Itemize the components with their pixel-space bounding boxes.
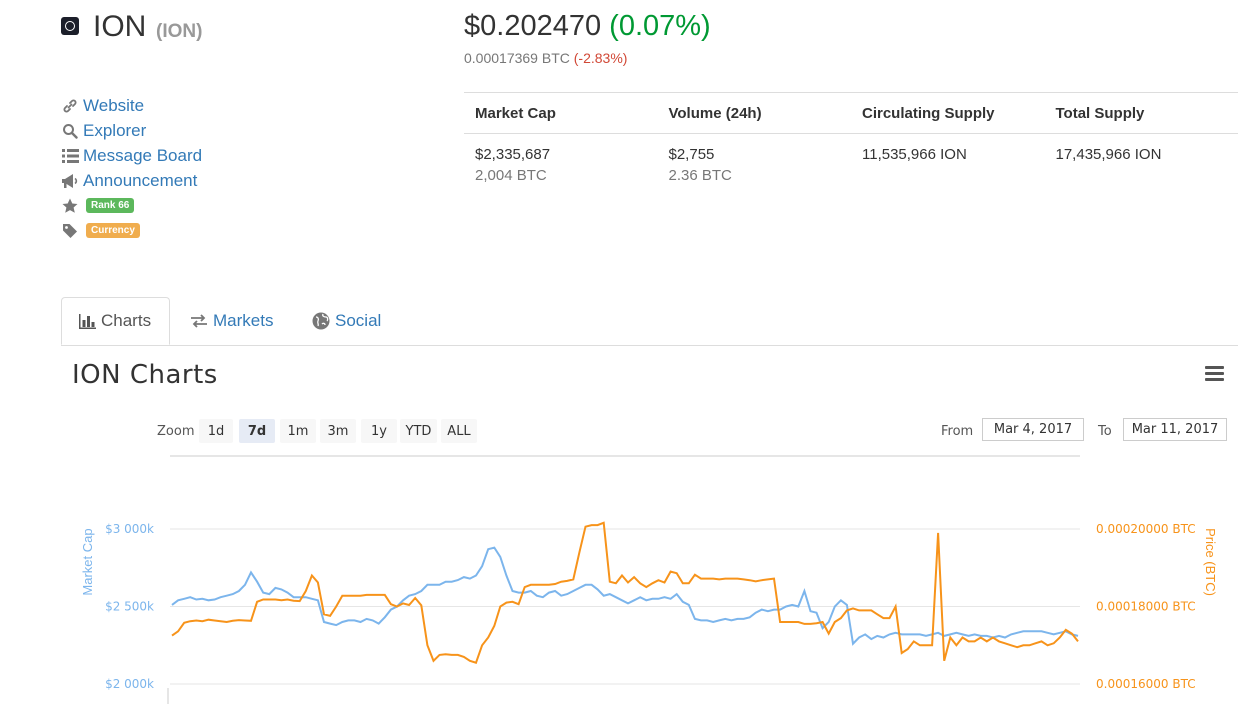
zoom-label: Zoom (157, 424, 195, 439)
zoom-7d-button[interactable]: 7d (239, 419, 275, 443)
announcement-link-row[interactable]: Announcement (60, 168, 202, 193)
coin-links: Website Explorer Message Board Announcem… (60, 93, 202, 243)
right-tick-label: 0.00018000 BTC (1096, 600, 1196, 614)
market-cap-cell: $2,335,687 2,004 BTC (464, 146, 658, 184)
chart-title: ION Charts (72, 360, 218, 390)
explorer-link[interactable]: Explorer (83, 121, 146, 141)
rank-row: Rank 66 (60, 193, 202, 218)
explorer-link-row[interactable]: Explorer (60, 118, 202, 143)
coin-name: ION (93, 10, 147, 43)
price-usd: $0.202470 (0.07%) (464, 10, 711, 43)
exchange-icon (190, 314, 208, 328)
website-link-row[interactable]: Website (60, 93, 202, 118)
tab-bar: Charts Markets Social (61, 297, 1238, 346)
from-date-input[interactable]: Mar 4, 2017 (982, 418, 1084, 441)
market-cap-btc: 2,004 BTC (475, 167, 547, 184)
price-btc-value: 0.00017369 BTC (464, 50, 570, 66)
tab-social-label: Social (335, 311, 382, 330)
volume-header: Volume (24h) (668, 104, 762, 122)
to-date-input[interactable]: Mar 11, 2017 (1123, 418, 1227, 441)
list-icon (60, 147, 80, 165)
zoom-ytd-button[interactable]: YTD (400, 419, 437, 443)
zoom-1d-button[interactable]: 1d (199, 419, 233, 443)
stats-header-row: Market Cap Volume (24h) Circulating Supp… (464, 93, 1238, 134)
message-board-link[interactable]: Message Board (83, 146, 202, 166)
message-board-link-row[interactable]: Message Board (60, 143, 202, 168)
right-tick-label: 0.00020000 BTC (1096, 522, 1196, 536)
total-supply-header: Total Supply (1055, 104, 1145, 122)
hamburger-menu-icon[interactable] (1205, 366, 1224, 382)
tab-charts-label: Charts (101, 311, 152, 330)
right-axis-title: Price (BTC) (1203, 528, 1218, 596)
total-supply-cell: 17,435,966 ION (1045, 146, 1239, 184)
tab-charts[interactable]: Charts (61, 297, 170, 345)
market-cap-usd: $2,335,687 (475, 146, 551, 163)
left-tick-label: $2 500k (105, 600, 154, 614)
volume-cell: $2,755 2.36 BTC (658, 146, 852, 184)
circulating-supply-header: Circulating Supply (862, 104, 995, 122)
left-axis: $3 000k $2 500k $2 000k (105, 522, 154, 691)
coin-symbol: (ION) (156, 21, 203, 42)
stats-value-row: $2,335,687 2,004 BTC $2,755 2.36 BTC 11,… (464, 134, 1238, 184)
category-row: Currency (60, 218, 202, 243)
price-change: (0.07%) (609, 10, 711, 42)
tab-markets-label: Markets (213, 311, 274, 330)
star-icon (60, 197, 80, 215)
stats-table: Market Cap Volume (24h) Circulating Supp… (464, 92, 1238, 184)
to-label: To (1098, 424, 1112, 439)
tab-social[interactable]: Social (312, 297, 381, 345)
zoom-all-button[interactable]: ALL (441, 419, 477, 443)
circulating-supply-value: 11,535,966 ION (862, 146, 967, 163)
zoom-1y-button[interactable]: 1y (361, 419, 397, 443)
announcement-link[interactable]: Announcement (83, 171, 197, 191)
bullhorn-icon (60, 172, 80, 190)
website-link[interactable]: Website (83, 96, 144, 116)
rank-badge: Rank 66 (86, 198, 135, 213)
total-supply-value: 17,435,966 ION (1055, 146, 1162, 163)
volume-btc: 2.36 BTC (668, 167, 732, 184)
price-btc-change: (-2.83%) (573, 50, 628, 66)
volume-usd: $2,755 (668, 146, 715, 163)
left-axis-title: Market Cap (80, 528, 95, 595)
category-badge: Currency (86, 223, 140, 238)
zoom-1m-button[interactable]: 1m (280, 419, 316, 443)
left-tick-label: $2 000k (105, 677, 154, 691)
zoom-3m-button[interactable]: 3m (320, 419, 356, 443)
price-usd-value: $0.202470 (464, 10, 602, 42)
bar-chart-icon (79, 313, 96, 329)
tab-markets[interactable]: Markets (190, 297, 273, 345)
right-tick-label: 0.00016000 BTC (1096, 677, 1196, 691)
search-icon (60, 122, 80, 140)
price-chart[interactable]: $3 000k$2 500k$2 000k 0.00020000 BTC0.00… (0, 450, 1250, 704)
from-label: From (941, 424, 974, 439)
circulating-supply-cell: 11,535,966 ION (851, 146, 1045, 184)
price-btc: 0.00017369 BTC (-2.83%) (464, 50, 627, 66)
right-axis: 0.00020000 BTC 0.00018000 BTC 0.00016000 B… (1096, 522, 1196, 691)
coin-logo (61, 17, 79, 35)
globe-icon (312, 312, 330, 330)
tag-icon (60, 222, 80, 240)
market-cap-header: Market Cap (475, 104, 556, 122)
link-icon (60, 97, 80, 115)
left-tick-label: $3 000k (105, 522, 154, 536)
price-btc-series-line[interactable] (171, 521, 1079, 664)
